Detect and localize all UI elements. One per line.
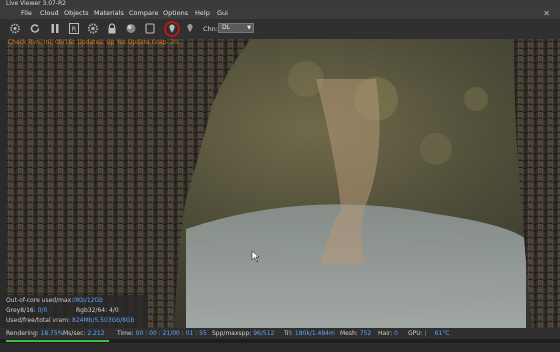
vram-row: Used/free/total vram: 824Mb/5.503Gb/8Gb (6, 317, 135, 324)
rgb-textures-row: Rgb32/64: 4/0 (76, 307, 119, 314)
menu-cloud[interactable]: Cloud (40, 8, 59, 19)
window-title: Live Viewer 3.07-R2 (0, 0, 560, 8)
render-stats-bar: Rendering: 18.75% Ms/sec: 2.212 Time: 00… (0, 328, 560, 339)
channel-select[interactable]: DL ▼ (218, 23, 254, 33)
tri-stat: Tri: 180k/1.484m (284, 330, 335, 337)
ms-sec-stat: Ms/sec: 2.212 (63, 330, 105, 337)
mesh-stat: Mesh: 752 (340, 330, 372, 337)
chevron-down-icon: ▼ (247, 25, 251, 31)
close-icon[interactable]: ✕ (543, 8, 550, 19)
menu-materials[interactable]: Materials (94, 8, 124, 19)
svg-text:R: R (72, 26, 77, 34)
restart-icon[interactable] (29, 22, 41, 35)
gear-icon[interactable] (9, 22, 21, 35)
toolbar: R Chn: DL ▼ (0, 19, 560, 39)
out-of-core-row: Out-of-core used/max:0Kb/12Gb (6, 297, 103, 304)
render-progress-fill (6, 340, 109, 342)
region-icon[interactable]: R (68, 22, 80, 35)
menu-objects[interactable]: Objects (64, 8, 89, 19)
focus-picker-icon[interactable] (164, 21, 180, 37)
menu-gui[interactable]: Gui (217, 8, 228, 19)
gpu-stat: GPU: | 61°C (408, 330, 450, 337)
hair-stat: Hair: 0 (378, 330, 398, 337)
rendering-stat: Rendering: 18.75% (6, 330, 64, 337)
white-balance-picker-icon[interactable] (184, 22, 196, 35)
time-stat: Time: 00 : 00 : 21/00 : 01 : 55 (117, 330, 207, 337)
memory-info-panel: Out-of-core used/max:0Kb/12Gb Grey8/16: … (3, 295, 148, 328)
bottom-bar (0, 343, 560, 352)
render-status-text: Check Rvn: Ini: 0b/16c Updates: Up Yes U… (8, 39, 178, 46)
spp-stat: Spp/maxspp: 96/512 (212, 330, 275, 337)
pause-icon[interactable] (49, 22, 61, 35)
clay-icon[interactable] (144, 22, 156, 35)
grey-textures-row: Grey8/16: 0/0 (6, 307, 48, 314)
menu-compare[interactable]: Compare (129, 8, 159, 19)
settings-icon[interactable] (87, 22, 99, 35)
menu-bar: File Cloud Objects Materials Compare Opt… (0, 8, 560, 19)
channel-select-value: DL (222, 24, 230, 31)
sphere-icon[interactable] (125, 22, 137, 35)
channel-label: Chn: (203, 25, 218, 33)
menu-help[interactable]: Help (195, 8, 210, 19)
menu-options[interactable]: Options (163, 8, 188, 19)
lock-icon[interactable] (106, 22, 118, 35)
menu-file[interactable]: File (21, 8, 32, 19)
